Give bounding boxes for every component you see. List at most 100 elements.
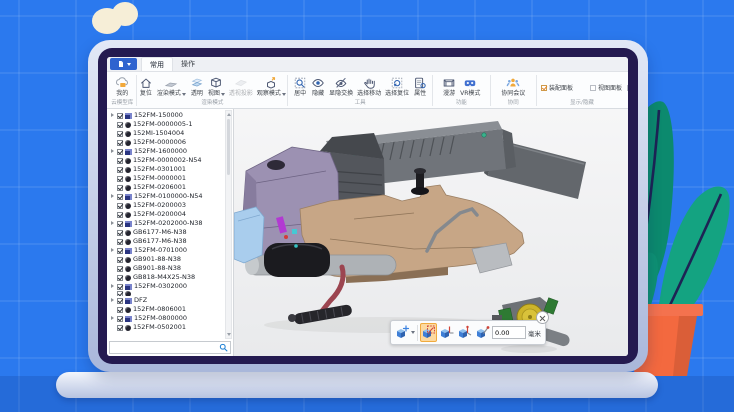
tree-item[interactable]: 152FM-0200003 [107,201,224,210]
visibility-checkbox[interactable] [117,283,123,290]
tab-common[interactable]: 常用 [141,57,173,71]
visibility-checkbox[interactable] [117,121,123,128]
move-tool-button[interactable] [395,323,415,342]
visibility-checkbox[interactable] [117,238,123,245]
meeting-button[interactable]: 协同会议 [499,75,527,99]
my-models-button[interactable]: 我的 [113,75,131,99]
expand-arrow-icon[interactable] [110,248,115,253]
visibility-checkbox[interactable] [117,229,123,236]
expand-arrow-icon[interactable] [110,298,115,303]
tree-item[interactable]: GB6177-M6-N38 [107,228,224,237]
cloud-icon [116,76,129,87]
expand-arrow-icon[interactable] [110,149,115,154]
observe-mode-button[interactable]: 观察模式 [255,75,288,99]
tree-item[interactable]: 152FM-0202000-N38 [107,219,224,228]
tree-item[interactable]: 152FM-1600000 [107,147,224,156]
tree-item[interactable]: 152FM-0502001 [107,323,224,332]
visibility-checkbox[interactable] [117,139,123,146]
tree-item[interactable]: 152MI-1504004 [107,129,224,138]
tree-item[interactable]: GB901-88-N38 [107,255,224,264]
vr-mode-button[interactable]: VR模式 [458,75,482,99]
scroll-up-icon[interactable] [227,113,231,116]
file-menu-button[interactable] [110,58,137,70]
tree-item[interactable]: 152FM-0000001 [107,174,224,183]
select-reset-button[interactable]: 选择复位 [383,75,411,99]
scrollbar-thumb[interactable] [227,119,230,175]
roam-button[interactable]: 漫游 [440,75,458,99]
render-mode-button[interactable]: 渲染模式 [155,75,188,99]
visibility-checkbox[interactable] [117,256,123,263]
tree-item[interactable]: 152FM-0800000 [107,314,224,323]
reset-view-button[interactable]: 复位 [137,75,155,99]
meeting-people-icon [506,78,520,87]
visibility-checkbox[interactable] [117,306,123,313]
perspective-button[interactable]: 透视投影 [227,75,255,99]
visibility-checkbox[interactable] [117,202,123,209]
tree-scrollbar[interactable] [225,110,232,339]
tree-item[interactable]: 152FM-0200004 [107,210,224,219]
tree-item[interactable]: 152FM-150000 [107,111,224,120]
scroll-down-icon[interactable] [227,333,231,336]
toggle-visibility-button[interactable]: 显隐交换 [327,75,355,99]
visibility-checkbox[interactable] [117,324,123,331]
visibility-checkbox[interactable] [117,291,123,296]
tree-item[interactable]: 152FM-0000002-N54 [107,156,224,165]
checkbox-group-panel[interactable]: 组面板 [626,83,628,92]
part-name: 152FM-0302000 [134,282,188,291]
expand-arrow-icon[interactable] [110,316,115,321]
toolbar-separator [417,324,418,341]
visibility-checkbox[interactable] [117,297,123,304]
transparent-button[interactable]: 透明 [188,75,206,99]
visibility-checkbox[interactable] [117,130,123,137]
tree-item[interactable]: 152FM-0100000-N54 [107,192,224,201]
viewport-3d[interactable]: 毫米 [234,109,628,356]
visibility-checkbox[interactable] [117,148,123,155]
checkbox-assembly-panel[interactable]: 装配面板 [540,83,587,92]
tree-item[interactable]: 152FM-0302000 [107,282,224,291]
visibility-checkbox[interactable] [117,157,123,164]
search-icon[interactable] [219,343,228,352]
visibility-checkbox[interactable] [117,112,123,119]
expand-arrow-icon [110,266,115,271]
view-button[interactable]: 视图 [206,75,227,99]
visibility-checkbox[interactable] [117,184,123,191]
tree-item[interactable]: 152FM-0000005-1 [107,120,224,129]
visibility-checkbox[interactable] [117,265,123,272]
visibility-checkbox[interactable] [117,247,123,254]
visibility-checkbox[interactable] [117,166,123,173]
rotate-axis-button[interactable] [457,323,473,342]
point-align-button[interactable] [474,323,490,342]
toolbar-close-button[interactable] [536,311,549,324]
tree-item[interactable]: 152FM-0701000 [107,246,224,255]
search-input[interactable] [112,343,219,352]
tree-item[interactable]: GB6177-M6-N38 [107,237,224,246]
drag-axis-button[interactable] [439,323,455,342]
checkbox-view-panel[interactable]: 视图面板 [589,83,624,92]
visibility-checkbox[interactable] [117,274,123,281]
drag-plane-button[interactable] [419,323,437,342]
expand-arrow-icon[interactable] [110,194,115,199]
visibility-checkbox[interactable] [117,220,123,227]
tree-item[interactable]: GB818-M4X25-N38 [107,273,224,282]
visibility-checkbox[interactable] [117,175,123,182]
assembly-icon [125,220,132,227]
distance-input[interactable] [491,326,526,339]
hide-button[interactable]: 隐藏 [309,75,327,99]
tab-operate[interactable]: 操作 [173,57,203,71]
visibility-checkbox[interactable] [117,211,123,218]
expand-arrow-icon[interactable] [110,284,115,289]
tree-item[interactable]: 152FM-0000006 [107,138,224,147]
visibility-checkbox[interactable] [117,315,123,322]
expand-arrow-icon[interactable] [110,113,115,118]
center-button[interactable]: 居中 [291,75,309,99]
tree-item[interactable]: GB901-88-N38 [107,264,224,273]
group-separator [489,75,491,106]
tree-item[interactable]: 152FM-0301001 [107,165,224,174]
tree-item[interactable]: 152FM-0206001 [107,183,224,192]
expand-arrow-icon[interactable] [110,221,115,226]
tree-item[interactable]: 152FM-0806001 [107,305,224,314]
select-move-button[interactable]: 选择移动 [355,75,383,99]
tree-item[interactable]: DFZ [107,296,224,305]
visibility-checkbox[interactable] [117,193,123,200]
properties-button[interactable]: 属性 [411,75,429,99]
